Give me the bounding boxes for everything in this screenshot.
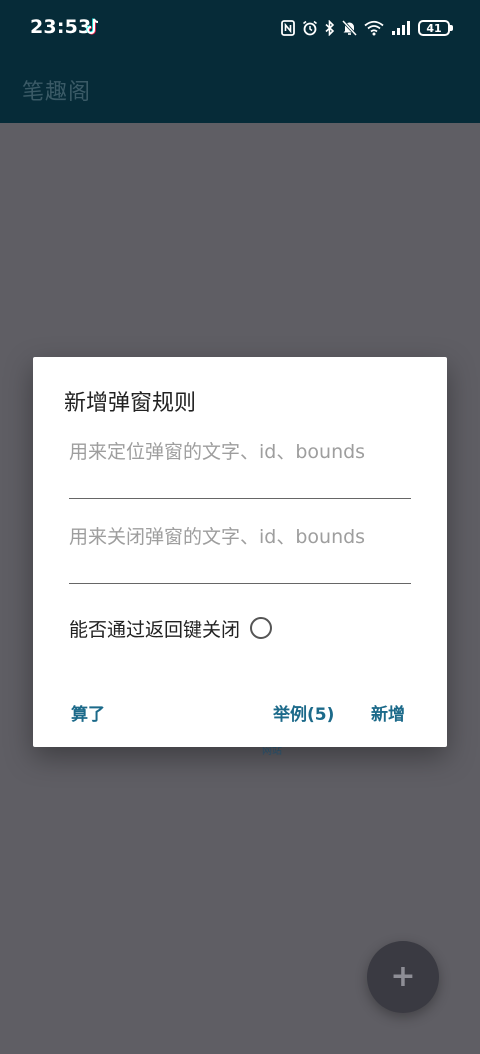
wifi-icon	[364, 20, 384, 36]
status-time: 23:53	[30, 16, 92, 38]
back-key-close-label: 能否通过返回键关闭	[69, 618, 241, 641]
plus-icon: +	[390, 959, 416, 994]
locate-popup-input[interactable]: 用来定位弹窗的文字、id、bounds	[69, 439, 411, 499]
signal-icon	[392, 21, 410, 35]
back-key-close-radio[interactable]	[250, 617, 273, 639]
example-button[interactable]: 举例(5)	[273, 700, 334, 725]
nfc-icon	[281, 20, 295, 36]
locate-popup-placeholder: 用来定位弹窗的文字、id、bounds	[69, 441, 366, 463]
add-fab-button[interactable]: +	[367, 941, 439, 1013]
add-popup-rule-dialog: 新增弹窗规则 用来定位弹窗的文字、id、bounds 用来关闭弹窗的文字、id、…	[33, 357, 447, 747]
back-key-close-option[interactable]: 能否通过返回键关闭	[69, 613, 273, 643]
close-popup-input[interactable]: 用来关闭弹窗的文字、id、bounds	[69, 524, 411, 584]
status-bar: 23:53 41	[0, 0, 480, 58]
battery-icon: 41	[418, 20, 453, 36]
status-icons: 41	[281, 16, 453, 40]
bluetooth-icon	[325, 20, 335, 36]
cancel-button[interactable]: 算了	[71, 700, 105, 725]
app-title: 笔趣阁	[22, 80, 92, 105]
close-popup-placeholder: 用来关闭弹窗的文字、id、bounds	[69, 526, 366, 548]
add-button[interactable]: 新增	[371, 700, 405, 725]
tiktok-icon	[86, 18, 99, 35]
app-bar: 笔趣阁	[0, 58, 480, 123]
dialog-title: 新增弹窗规则	[64, 391, 197, 416]
alarm-icon	[303, 20, 317, 36]
battery-level: 41	[426, 21, 442, 35]
mute-icon	[342, 20, 357, 36]
